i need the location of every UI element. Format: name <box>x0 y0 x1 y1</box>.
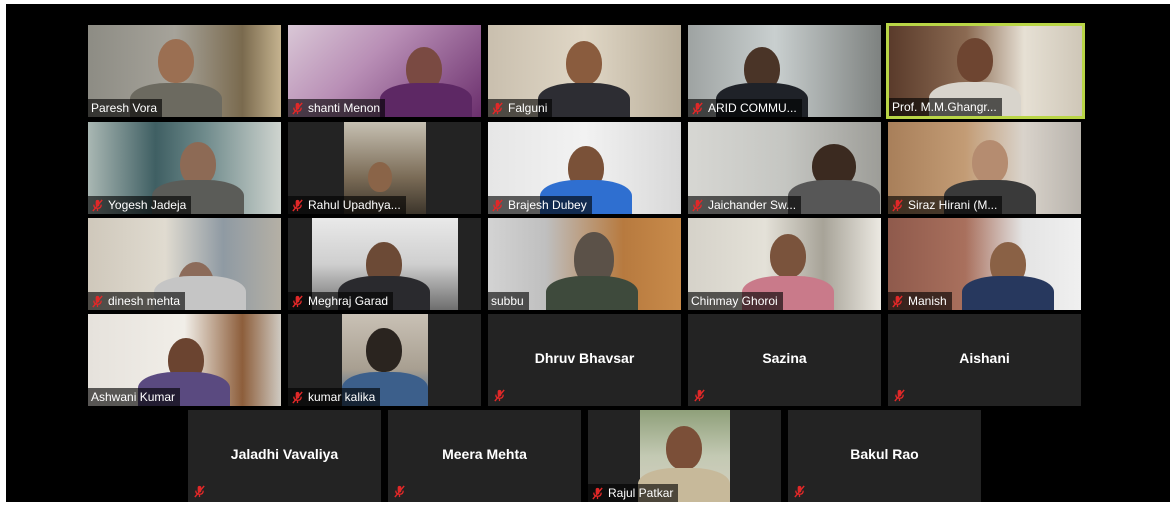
participant-tile-rajul-patkar[interactable]: Rajul Patkar <box>588 410 781 502</box>
muted-microphone-icon <box>891 199 904 212</box>
participant-tile-bakul-rao[interactable]: Bakul Rao <box>788 410 981 502</box>
participant-name: ARID COMMU... <box>708 101 797 115</box>
participant-name-label: shanti Menon <box>288 99 386 117</box>
muted-microphone-icon <box>291 199 304 212</box>
muted-microphone-icon <box>393 485 406 498</box>
muted-microphone-icon <box>291 295 304 308</box>
muted-microphone-icon <box>491 199 504 212</box>
participant-tile-dhruv-bhavsar[interactable]: Dhruv Bhavsar <box>488 314 681 406</box>
participant-tile-meghraj-garad[interactable]: Meghraj Garad <box>288 218 481 310</box>
participant-tile-meera-mehta[interactable]: Meera Mehta <box>388 410 581 502</box>
participant-name: Sazina <box>762 350 807 366</box>
participant-name-label: Jaichander Sw... <box>688 196 802 214</box>
muted-microphone-icon <box>91 199 104 212</box>
participant-tile-yogesh-jadeja[interactable]: Yogesh Jadeja <box>88 122 281 214</box>
participant-name-label: Falguni <box>488 99 553 117</box>
muted-microphone-icon <box>291 102 304 115</box>
participant-name-label: Rajul Patkar <box>588 484 679 502</box>
participant-name: Chinmay Ghoroi <box>691 294 778 308</box>
participant-name: kumar kalika <box>308 390 376 404</box>
participant-name: Jaladhi Vavaliya <box>230 446 339 462</box>
participant-name: Dhruv Bhavsar <box>534 350 635 366</box>
participant-name: Ashwani Kumar <box>91 390 176 404</box>
participant-name-label: ARID COMMU... <box>688 99 802 117</box>
participant-name-label: kumar kalika <box>288 388 381 406</box>
participant-name: Rahul Upadhya... <box>308 198 401 212</box>
participant-name: Yogesh Jadeja <box>108 198 187 212</box>
participant-name-label: Yogesh Jadeja <box>88 196 192 214</box>
participant-name: Rajul Patkar <box>608 486 674 500</box>
participant-name-label: Chinmay Ghoroi <box>688 292 783 310</box>
participant-name: Bakul Rao <box>850 446 919 462</box>
participant-tile-ashwani-kumar[interactable]: Ashwani Kumar <box>88 314 281 406</box>
muted-microphone-icon <box>91 295 104 308</box>
participant-name-label: Rahul Upadhya... <box>288 196 406 214</box>
participant-name: Jaichander Sw... <box>708 198 797 212</box>
participant-name: dinesh mehta <box>108 294 181 308</box>
participant-tile-kumar-kalika[interactable]: kumar kalika <box>288 314 481 406</box>
participant-name: subbu <box>491 294 524 308</box>
muted-microphone-icon <box>493 389 506 402</box>
muted-microphone-icon <box>491 102 504 115</box>
participant-tile-paresh-vora[interactable]: Paresh Vora <box>88 25 281 117</box>
participant-tile-brajesh-dubey[interactable]: Brajesh Dubey <box>488 122 681 214</box>
participant-tile-dinesh-mehta[interactable]: dinesh mehta <box>88 218 281 310</box>
participant-tile-jaladhi-vavaliya[interactable]: Jaladhi Vavaliya <box>188 410 381 502</box>
muted-microphone-icon <box>793 485 806 498</box>
muted-microphone-icon <box>193 485 206 498</box>
participant-tile-jaichander[interactable]: Jaichander Sw... <box>688 122 881 214</box>
participant-name: Paresh Vora <box>91 101 158 115</box>
participant-name-label: Prof. M.M.Ghangr... <box>889 98 1002 116</box>
muted-microphone-icon <box>891 295 904 308</box>
participant-name-label: Ashwani Kumar <box>88 388 181 406</box>
participant-name: Manish <box>908 294 947 308</box>
participant-name: Siraz Hirani (M... <box>908 198 998 212</box>
muted-microphone-icon <box>691 102 704 115</box>
participant-tile-manish[interactable]: Manish <box>888 218 1081 310</box>
participant-name: Falguni <box>508 101 548 115</box>
participant-tile-prof-ghangrekar[interactable]: Prof. M.M.Ghangr... <box>886 23 1085 119</box>
participant-name: Brajesh Dubey <box>508 198 587 212</box>
participant-name-label: Brajesh Dubey <box>488 196 592 214</box>
participant-name-label: subbu <box>488 292 529 310</box>
participant-name: Prof. M.M.Ghangr... <box>892 100 997 114</box>
participant-name-label: Meghraj Garad <box>288 292 394 310</box>
muted-microphone-icon <box>691 199 704 212</box>
gallery-view: Paresh Vora shanti Menon Falguni ARID CO… <box>6 4 1170 502</box>
muted-microphone-icon <box>591 487 604 500</box>
muted-microphone-icon <box>893 389 906 402</box>
participant-name: Meghraj Garad <box>308 294 389 308</box>
participant-name: Meera Mehta <box>442 446 527 462</box>
participant-name-label: Manish <box>888 292 952 310</box>
participant-name-label: Siraz Hirani (M... <box>888 196 1003 214</box>
participant-name: Aishani <box>959 350 1010 366</box>
participant-name-label: dinesh mehta <box>88 292 186 310</box>
participant-tile-shanti-menon[interactable]: shanti Menon <box>288 25 481 117</box>
participant-tile-arid-community[interactable]: ARID COMMU... <box>688 25 881 117</box>
participant-tile-aishani[interactable]: Aishani <box>888 314 1081 406</box>
participant-name: shanti Menon <box>308 101 381 115</box>
participant-tile-sazina[interactable]: Sazina <box>688 314 881 406</box>
participant-tile-rahul-upadhyay[interactable]: Rahul Upadhya... <box>288 122 481 214</box>
participant-tile-falguni[interactable]: Falguni <box>488 25 681 117</box>
muted-microphone-icon <box>693 389 706 402</box>
participant-tile-subbu[interactable]: subbu <box>488 218 681 310</box>
participant-tile-chinmay-ghoroi[interactable]: Chinmay Ghoroi <box>688 218 881 310</box>
participant-tile-siraz-hirani[interactable]: Siraz Hirani (M... <box>888 122 1081 214</box>
muted-microphone-icon <box>291 391 304 404</box>
participant-name-label: Paresh Vora <box>88 99 163 117</box>
